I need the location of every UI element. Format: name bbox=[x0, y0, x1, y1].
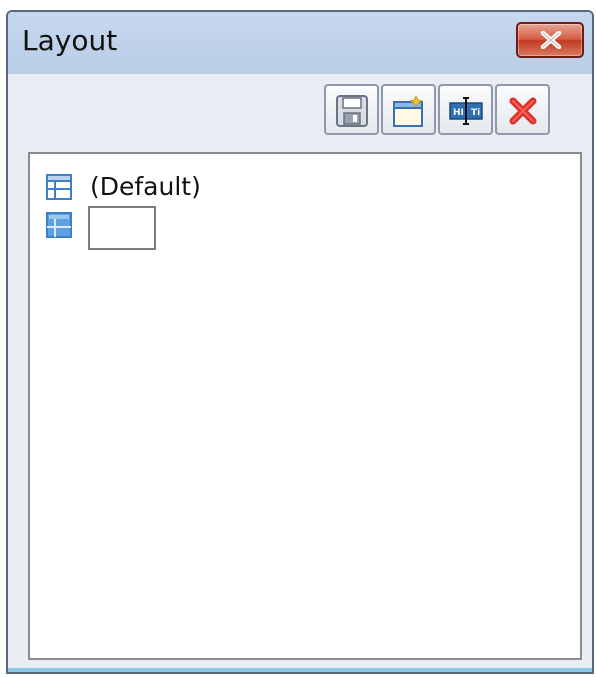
delete-layout-button[interactable] bbox=[495, 84, 550, 135]
table-layout-icon bbox=[46, 174, 72, 200]
list-item-default[interactable]: (Default) bbox=[46, 168, 346, 208]
list-item-new[interactable] bbox=[46, 206, 346, 250]
new-layout-icon bbox=[393, 95, 424, 127]
toolbar: HI Ti bbox=[8, 74, 592, 146]
close-icon bbox=[540, 31, 562, 49]
save-layout-button[interactable] bbox=[324, 84, 379, 135]
layout-list[interactable]: (Default) bbox=[28, 152, 582, 660]
rename-icon: HI Ti bbox=[449, 97, 483, 125]
new-layout-button[interactable] bbox=[381, 84, 436, 135]
title-bar[interactable]: Layout bbox=[8, 12, 592, 74]
save-icon bbox=[336, 95, 368, 127]
close-button[interactable] bbox=[516, 22, 584, 58]
layout-name-default: (Default) bbox=[90, 172, 201, 201]
table-layout-selected-icon bbox=[46, 212, 72, 238]
layout-name-input[interactable] bbox=[88, 206, 156, 250]
svg-text:HI: HI bbox=[453, 108, 464, 118]
layout-window: Layout HI Ti (Default) bbox=[6, 10, 594, 674]
svg-text:Ti: Ti bbox=[471, 108, 480, 118]
delete-icon bbox=[509, 97, 537, 125]
rename-layout-button[interactable]: HI Ti bbox=[438, 84, 493, 135]
window-title: Layout bbox=[22, 24, 118, 57]
